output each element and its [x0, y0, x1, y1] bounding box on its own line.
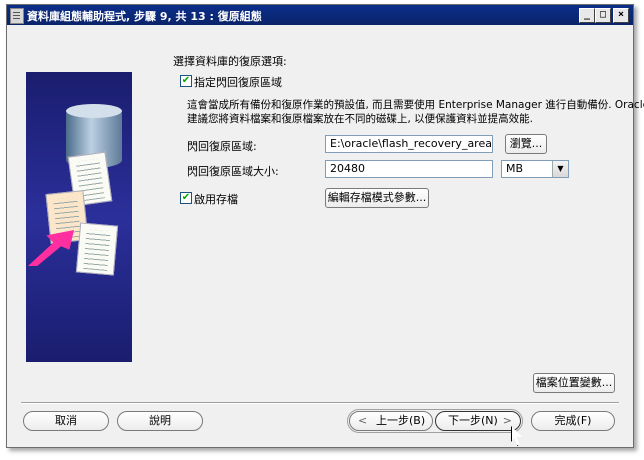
footer-divider [21, 402, 619, 404]
chevron-left-icon: < [358, 414, 368, 427]
document-icon [75, 222, 119, 276]
browse-button[interactable]: 瀏覽... [505, 134, 547, 154]
archiving-checkbox-label[interactable]: 啟用存檔 [194, 191, 238, 207]
next-button[interactable]: 下一步(N) > [435, 411, 521, 431]
wizard-window: 資料庫組態輔助程式, 步驟 9, 共 13 : 復原組態 _ □ × 選擇資料庫… [6, 4, 644, 448]
size-unit-value: MB [506, 162, 524, 175]
chevron-right-icon: > [502, 414, 512, 427]
recovery-area-input[interactable]: E:\oracle\flash_recovery_area [325, 135, 493, 153]
window-title: 資料庫組態輔助程式, 步驟 9, 共 13 : 復原組態 [27, 10, 262, 23]
app-document-icon [10, 8, 24, 24]
flash-recovery-description-line2: 建議您將資料檔案和復原檔案放在不同的磁碟上, 以便保護資料並提高效能. [187, 113, 534, 125]
recovery-area-size-label: 閃回復原區域大小: [187, 165, 279, 178]
pink-arrow-icon [28, 230, 74, 266]
back-button[interactable]: < 上一步(B) [349, 411, 433, 431]
minimize-button[interactable]: _ [579, 8, 595, 23]
maximize-button[interactable]: □ [595, 8, 611, 23]
recovery-options-heading: 選擇資料庫的復原選項: [173, 55, 287, 68]
flash-recovery-description-line1: 這會當成所有備份和復原作業的預設值, 而且需要使用 Enterprise Man… [187, 99, 644, 111]
help-button[interactable]: 說明 [117, 411, 203, 431]
title-bar[interactable]: 資料庫組態輔助程式, 步驟 9, 共 13 : 復原組態 _ □ × [7, 5, 633, 25]
file-location-variables-button[interactable]: 檔案位置變數... [533, 373, 615, 393]
flash-recovery-checkbox[interactable]: ✔ [180, 75, 192, 87]
wizard-illustration [26, 72, 132, 362]
edit-archive-params-button[interactable]: 編輯存檔模式參數... [325, 188, 429, 208]
cancel-button[interactable]: 取消 [23, 411, 109, 431]
back-button-label: 上一步(B) [376, 414, 426, 427]
next-button-label: 下一步(N) [448, 414, 498, 427]
finish-button[interactable]: 完成(F) [531, 411, 615, 431]
size-unit-select[interactable]: MB ▼ [501, 160, 569, 178]
close-button[interactable]: × [613, 8, 629, 23]
recovery-area-label: 閃回復原區域: [187, 140, 257, 153]
chevron-down-icon[interactable]: ▼ [552, 161, 568, 177]
archiving-checkbox[interactable]: ✔ [180, 192, 192, 204]
flash-recovery-checkbox-label[interactable]: 指定閃回復原區域 [194, 74, 282, 90]
recovery-area-size-input[interactable]: 20480 [325, 160, 493, 178]
